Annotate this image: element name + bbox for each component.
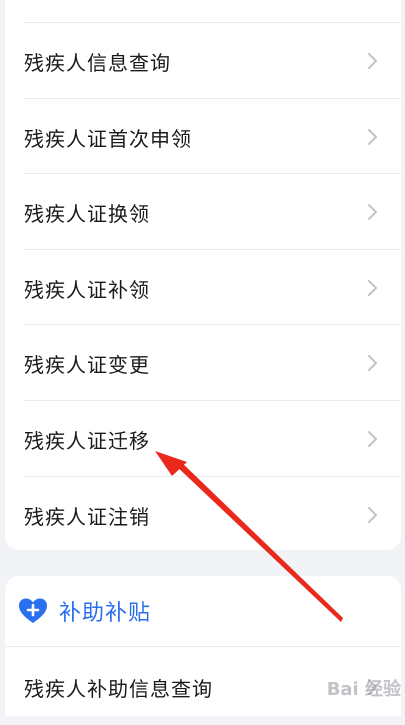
chevron-right-icon <box>368 355 377 371</box>
service-list-card: 残疾人信息查询 残疾人证首次申领 残疾人证换领 残疾人证补领 残疾人证变更 残疾… <box>5 0 401 550</box>
chevron-right-icon <box>368 507 377 523</box>
chevron-right-icon <box>368 280 377 296</box>
chevron-right-icon <box>368 129 377 145</box>
list-item-first-application[interactable]: 残疾人证首次申领 <box>5 99 401 175</box>
subsidy-section-title: 补助补贴 <box>59 601 152 626</box>
list-item-label: 残疾人补助信息查询 <box>24 676 213 701</box>
list-item-label: 残疾人证换领 <box>24 201 150 226</box>
list-item-disability-info-query[interactable]: 残疾人信息查询 <box>5 23 401 99</box>
divider <box>5 646 401 647</box>
subsidy-section-header: 补助补贴 <box>5 576 401 646</box>
list-item-subsidy-info-query[interactable]: 残疾人补助信息查询 <box>5 649 401 725</box>
list-item-label: 残疾人证变更 <box>24 352 150 377</box>
chevron-right-icon <box>368 53 377 69</box>
list-item-label: 残疾人证迁移 <box>24 428 150 453</box>
heart-plus-icon <box>19 598 47 623</box>
chevron-right-icon <box>368 204 377 220</box>
list-item-label: 残疾人证首次申领 <box>24 126 192 151</box>
chevron-right-icon <box>368 679 377 695</box>
list-item-label: 残疾人信息查询 <box>24 50 171 75</box>
list-item-reissue[interactable]: 残疾人证补领 <box>5 250 401 326</box>
list-item-cancellation[interactable]: 残疾人证注销 <box>5 477 401 553</box>
list-item-label: 残疾人证补领 <box>24 277 150 302</box>
list-item-transfer[interactable]: 残疾人证迁移 <box>5 401 401 477</box>
list-item-label: 残疾人证注销 <box>24 504 150 529</box>
list-item-change[interactable]: 残疾人证变更 <box>5 325 401 401</box>
subsidy-section-card: 补助补贴 残疾人补助信息查询 <box>5 576 401 716</box>
list-item-renewal[interactable]: 残疾人证换领 <box>5 174 401 250</box>
chevron-right-icon <box>368 431 377 447</box>
